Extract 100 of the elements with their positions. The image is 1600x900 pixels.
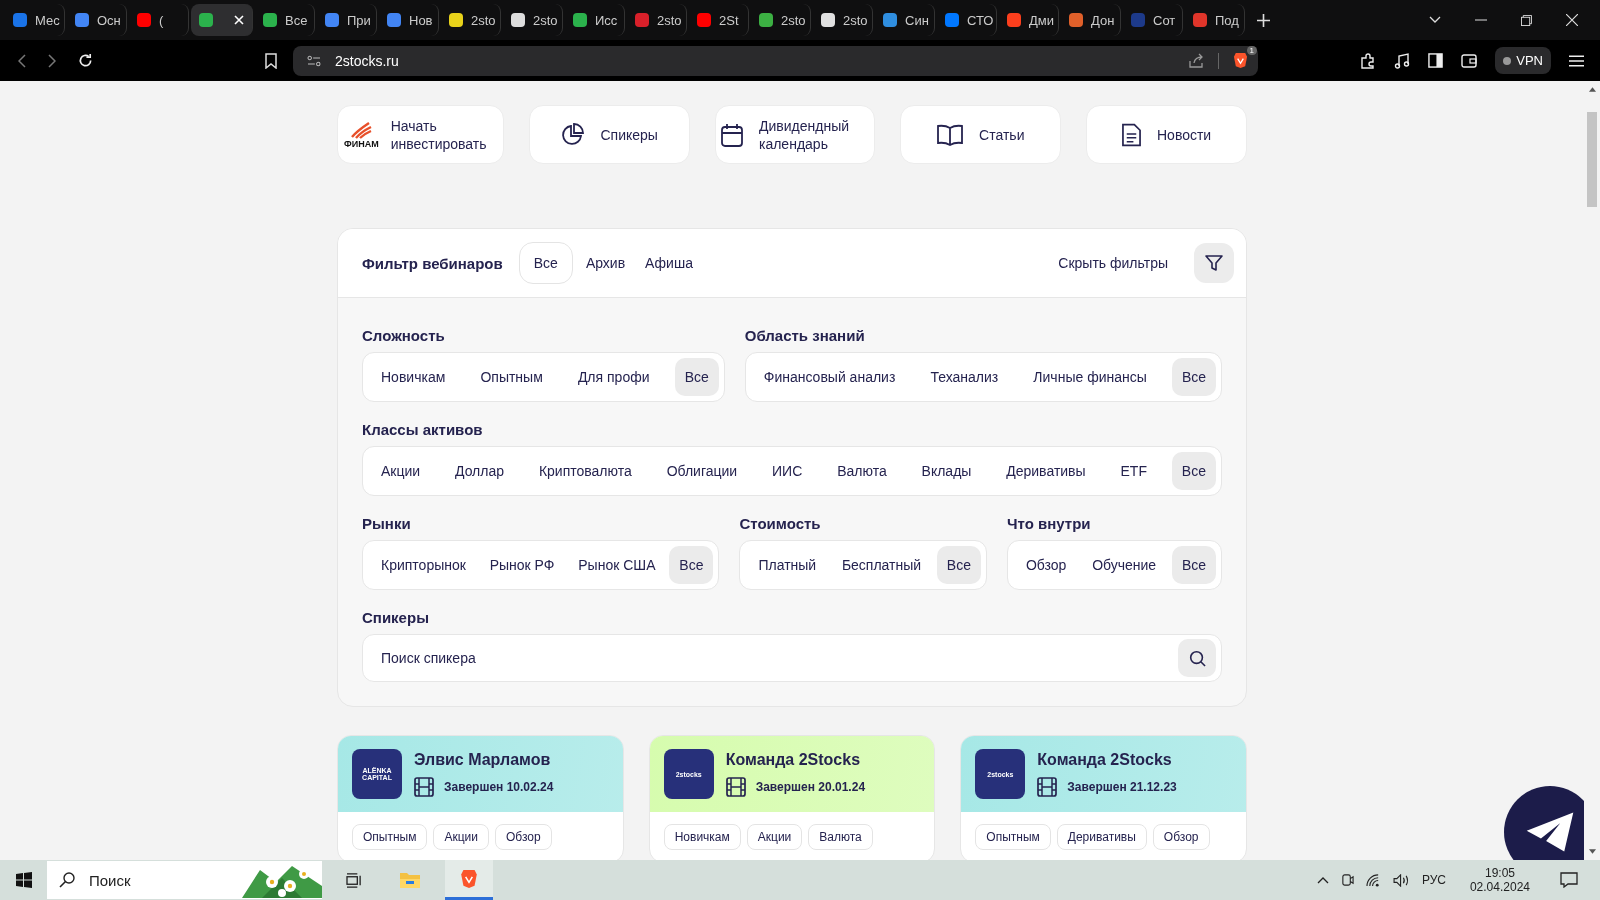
filter-tab[interactable]: Афиша (638, 242, 700, 284)
hide-filters-link[interactable]: Скрыть фильтры (1052, 254, 1174, 272)
option-chip[interactable]: Доллар (445, 452, 515, 490)
browser-tab[interactable] (191, 4, 253, 36)
browser-tab[interactable]: Дон (1061, 4, 1121, 36)
filter-button[interactable] (1194, 243, 1234, 283)
vpn-button[interactable]: VPN (1495, 47, 1551, 74)
option-chip[interactable]: Теханализ (920, 358, 1009, 396)
option-chip[interactable]: Личные финансы (1023, 358, 1157, 396)
filter-tab[interactable]: Архив (578, 242, 633, 284)
close-icon[interactable] (1566, 14, 1578, 26)
nav-card[interactable]: Дивидендный календарь (714, 105, 876, 164)
browser-tab[interactable]: СТО (937, 4, 997, 36)
browser-tab[interactable]: Нов (379, 4, 439, 36)
browser-tab[interactable]: 2sto (441, 4, 501, 36)
group-title: Спикеры (362, 609, 430, 626)
option-chip[interactable]: Криптовалюта (528, 452, 642, 490)
option-chip[interactable]: Новичкам (371, 358, 456, 396)
notification-icon[interactable] (1560, 872, 1578, 888)
language-indicator[interactable]: РУС (1421, 873, 1446, 887)
option-chip[interactable]: Все (669, 546, 714, 584)
browser-tab[interactable]: Все (255, 4, 315, 36)
browser-tab[interactable]: 2St (689, 4, 749, 36)
speaker-name: Команда 2Stocks (725, 751, 862, 769)
option-chip[interactable]: Вклады (911, 452, 982, 490)
search-icon[interactable] (1188, 649, 1206, 667)
clock-date: 02.04.2024 (1469, 880, 1530, 894)
option-chip[interactable]: Все (1171, 358, 1216, 396)
wifi-icon[interactable] (1365, 873, 1381, 887)
browser-tab[interactable]: При (317, 4, 377, 36)
volume-icon[interactable] (1392, 873, 1410, 887)
camera-icon[interactable] (1340, 872, 1354, 888)
task-view-icon[interactable] (346, 872, 363, 888)
restore-icon[interactable] (1521, 14, 1532, 26)
share-icon[interactable] (1188, 52, 1204, 69)
new-tab-icon[interactable] (1257, 13, 1270, 27)
menu-icon[interactable] (1569, 54, 1584, 67)
nav-card[interactable]: Спикеры (528, 105, 690, 164)
nav-card[interactable]: Новости (1086, 105, 1247, 164)
option-chip[interactable]: ИИС (762, 452, 813, 490)
option-chip[interactable]: Валюта (827, 452, 897, 490)
scroll-down-icon[interactable] (1588, 849, 1596, 854)
option-chip[interactable]: Рынок РФ (479, 546, 565, 584)
filter-icon[interactable] (1205, 254, 1223, 272)
option-chip[interactable]: Обучение (1082, 546, 1167, 584)
filter-tab[interactable]: Все (518, 242, 573, 284)
sidebar-icon[interactable] (1428, 53, 1444, 68)
browser-tab[interactable]: 2sto (751, 4, 811, 36)
scroll-up-icon[interactable] (1588, 87, 1596, 92)
folder-icon[interactable] (399, 871, 421, 889)
browser-tab[interactable]: 2sto (627, 4, 687, 36)
speaker-search-field[interactable]: Поиск спикера (379, 649, 1178, 667)
browser-tab[interactable]: 2sto (503, 4, 563, 36)
address-field[interactable]: 2stocks.ru 1 (293, 45, 1258, 76)
scrollbar-thumb[interactable] (1587, 112, 1597, 207)
option-chip[interactable]: Крипторынок (371, 546, 476, 584)
browser-tab[interactable]: 2sto (813, 4, 873, 36)
browser-tab[interactable]: Исс (565, 4, 625, 36)
option-chip[interactable]: Все (1171, 546, 1216, 584)
browser-tab[interactable]: Осн (67, 4, 127, 36)
option-chip[interactable]: Облигации (656, 452, 748, 490)
chevron-up-icon[interactable] (1316, 876, 1329, 884)
search-button[interactable] (1178, 639, 1216, 677)
option-chip[interactable]: Платный (748, 546, 827, 584)
option-chip[interactable]: Бесплатный (831, 546, 932, 584)
search-bar[interactable]: Поиск спикера (362, 634, 1222, 682)
chevron-down-icon[interactable] (1429, 16, 1441, 24)
reload-icon[interactable] (78, 53, 93, 68)
browser-taskbar-button[interactable] (445, 860, 493, 900)
bookmark-icon[interactable] (265, 52, 277, 69)
option-chip[interactable]: Все (674, 358, 719, 396)
option-chip[interactable]: Акции (371, 452, 431, 490)
search-icon[interactable] (59, 872, 75, 888)
option-chip[interactable]: Все (1171, 452, 1216, 490)
browser-tab[interactable]: Сот (1123, 4, 1183, 36)
browser-tab[interactable]: Мес (5, 4, 65, 36)
nav-card[interactable]: Статьи (900, 105, 1062, 164)
music-note-icon[interactable] (1394, 52, 1411, 69)
option-chip[interactable]: Обзор (1015, 546, 1077, 584)
paper-plane-icon[interactable] (1524, 810, 1576, 854)
option-chip[interactable]: Все (936, 546, 981, 584)
forward-icon[interactable] (48, 53, 56, 68)
option-chip[interactable]: Деривативы (996, 452, 1096, 490)
option-chip[interactable]: Финансовый анализ (753, 358, 906, 396)
option-chip[interactable]: ETF (1110, 452, 1157, 490)
option-chip[interactable]: Для профи (567, 358, 660, 396)
taskbar-search-field[interactable]: Поиск (87, 870, 191, 890)
taskbar-search-bar[interactable]: Поиск (47, 861, 322, 899)
browser-tab[interactable]: ( (129, 4, 189, 36)
back-icon[interactable] (18, 53, 26, 68)
site-settings-icon[interactable] (307, 54, 321, 67)
option-chip[interactable]: Рынок США (568, 546, 666, 584)
wallet-icon[interactable] (1461, 53, 1478, 68)
windows-start-icon[interactable] (16, 872, 32, 888)
browser-tab[interactable]: Дми (999, 4, 1059, 36)
option-chip[interactable]: Опытным (470, 358, 553, 396)
puzzle-icon[interactable] (1360, 52, 1377, 69)
browser-tab[interactable]: Син (875, 4, 935, 36)
nav-card[interactable]: ФИНАМ Начать инвестировать (337, 105, 504, 164)
browser-tab[interactable]: Под (1185, 4, 1245, 36)
